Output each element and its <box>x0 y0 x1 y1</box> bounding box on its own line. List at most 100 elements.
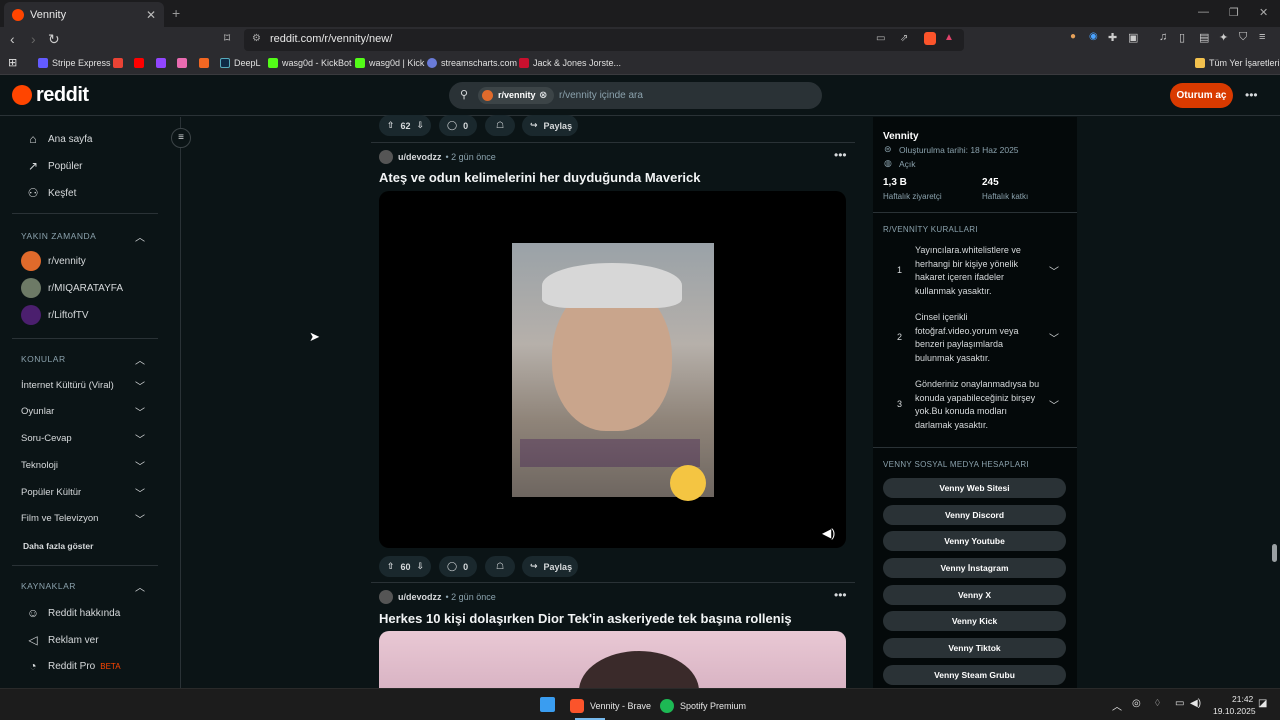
microphone-icon[interactable]: ◊ <box>1155 698 1160 709</box>
rule-item[interactable]: 1 Yayıncılara.whitelistlere ve herhangi … <box>873 240 1077 304</box>
login-button[interactable]: Oturum aç <box>1170 83 1233 108</box>
minimize-icon[interactable]: — <box>1198 6 1209 18</box>
nav-popular[interactable]: ↗ Popüler <box>26 159 83 173</box>
social-youtube-button[interactable]: Venny Youtube <box>883 531 1066 551</box>
forward-icon[interactable]: › <box>31 31 36 47</box>
new-tab-icon[interactable]: + <box>172 5 180 21</box>
award-button[interactable]: ☖ <box>485 115 515 136</box>
chevron-up-icon[interactable]: ︿ <box>135 579 145 594</box>
screenshot-icon[interactable]: ▣ <box>1128 31 1138 44</box>
social-steam-button[interactable]: Venny Steam Grubu <box>883 665 1066 685</box>
topic-internet-culture[interactable]: İnternet Kültürü (Viral) <box>21 380 114 391</box>
nav-home[interactable]: ⌂ Ana sayfa <box>26 132 92 146</box>
resource-about[interactable]: ☺ Reddit hakkında <box>26 606 120 620</box>
author-avatar[interactable] <box>379 590 393 604</box>
bookmark-youtube[interactable] <box>134 58 148 68</box>
tray-app-icon[interactable]: ◎ <box>1132 698 1141 709</box>
bookmark-gmail[interactable] <box>113 58 127 68</box>
post-options-icon[interactable]: ••• <box>834 148 847 162</box>
wallet-icon[interactable]: ▤ <box>1199 31 1209 44</box>
chevron-down-icon[interactable]: ﹀ <box>135 458 145 473</box>
post-title[interactable]: Herkes 10 kişi dolaşırken Dior Tek'in as… <box>379 611 792 626</box>
post-video[interactable] <box>379 631 846 688</box>
menu-icon[interactable]: ≡ <box>1259 31 1265 43</box>
upvote-icon[interactable]: ⇧ <box>387 561 395 572</box>
bookmark-kick[interactable]: wasg0d | Kick <box>355 58 424 68</box>
tray-overflow-icon[interactable]: ︿ <box>1112 698 1122 713</box>
share-icon[interactable]: ⇗ <box>900 33 908 44</box>
resource-reddit-pro[interactable]: ◔ Reddit Pro BETA <box>26 659 120 673</box>
sidebar-toggle-icon[interactable]: ▯ <box>1179 31 1185 44</box>
social-kick-button[interactable]: Venny Kick <box>883 611 1066 631</box>
bookmark-a[interactable] <box>199 58 213 68</box>
collapse-sidebar-icon[interactable]: ≡ <box>171 128 191 148</box>
brave-rewards-icon[interactable]: ▲ <box>944 32 954 43</box>
social-instagram-button[interactable]: Venny İnstagram <box>883 558 1066 578</box>
comments-button[interactable]: ◯ 0 <box>439 115 477 136</box>
resource-advertise[interactable]: ◁ Reklam ver <box>26 633 98 647</box>
bookmark-icon[interactable]: ⌑ <box>224 31 230 45</box>
bookmark-twitch[interactable] <box>156 58 170 68</box>
chevron-up-icon[interactable]: ︿ <box>135 352 145 367</box>
taskbar-spotify[interactable]: Spotify Premium <box>660 699 746 713</box>
topic-pop-culture[interactable]: Popüler Kültür <box>21 487 81 498</box>
clock-date[interactable]: 19.10.2025 <box>1213 706 1256 716</box>
nav-explore[interactable]: ⚇ Keşfet <box>26 186 77 200</box>
cast-icon[interactable]: ▭ <box>876 33 885 44</box>
social-discord-button[interactable]: Venny Discord <box>883 505 1066 525</box>
extension-icon[interactable]: ● <box>1070 31 1076 42</box>
all-bookmarks[interactable]: Tüm Yer İşaretleri <box>1195 58 1280 68</box>
author-name[interactable]: u/devodzz <box>398 592 442 602</box>
vote-pill[interactable]: ⇧ 62 ⇩ <box>379 115 431 136</box>
media-icon[interactable]: ♫ <box>1159 31 1167 43</box>
recent-miqaratayfa[interactable]: r/MIQARATAYFA <box>21 278 123 298</box>
window-close-icon[interactable]: ✕ <box>1259 6 1268 19</box>
social-x-button[interactable]: Venny X <box>883 585 1066 605</box>
reload-icon[interactable]: ↻ <box>48 31 60 48</box>
search-subreddit-chip[interactable]: r/vennity ⊗ <box>478 87 554 104</box>
chevron-down-icon[interactable]: ﹀ <box>135 404 145 419</box>
reddit-wordmark[interactable]: reddit <box>36 84 89 107</box>
topic-games[interactable]: Oyunlar <box>21 406 54 417</box>
unmute-icon[interactable]: ◀) <box>822 526 835 540</box>
recent-vennity[interactable]: r/vennity <box>21 251 86 271</box>
rule-item[interactable]: 2 Cinsel içerikli fotoğraf.video.yorum v… <box>873 307 1077 371</box>
bookmark-stripe[interactable]: Stripe Express <box>38 58 111 68</box>
comments-button[interactable]: ◯ 0 <box>439 556 477 577</box>
brave-shields-icon[interactable] <box>924 32 936 45</box>
extensions-puzzle-icon[interactable]: ✚ <box>1108 31 1117 44</box>
downvote-icon[interactable]: ⇩ <box>417 120 425 131</box>
site-info-icon[interactable]: ⚙ <box>252 33 261 44</box>
vpn-icon[interactable]: ⛉ <box>1239 31 1247 44</box>
network-icon[interactable]: ▭ <box>1175 698 1184 709</box>
award-button[interactable]: ☖ <box>485 556 515 577</box>
bookmark-deepl[interactable]: DeepL <box>220 58 261 68</box>
rule-item[interactable]: 3 Gönderiniz onaylanmadıysa bu konuda ya… <box>873 374 1077 438</box>
chevron-down-icon[interactable]: ﹀ <box>1049 330 1059 345</box>
volume-icon[interactable]: ◀) <box>1190 698 1201 709</box>
chevron-down-icon[interactable]: ﹀ <box>135 378 145 393</box>
chevron-down-icon[interactable]: ﹀ <box>135 431 145 446</box>
audio-playing-icon[interactable]: ◉ <box>1089 31 1098 42</box>
page-scrollbar-thumb[interactable] <box>1272 544 1277 562</box>
notification-icon[interactable]: ◪ <box>1258 698 1267 709</box>
show-more-link[interactable]: Daha fazla göster <box>23 541 93 551</box>
post-options-icon[interactable]: ••• <box>834 588 847 602</box>
social-web-button[interactable]: Venny Web Sitesi <box>883 478 1066 498</box>
bookmark-jackjones[interactable]: Jack & Jones Jorste... <box>519 58 621 68</box>
leo-ai-icon[interactable]: ✦ <box>1219 31 1228 44</box>
address-bar[interactable]: ⚙ reddit.com/r/vennity/new/ ▭ ⇗ ▲ <box>244 29 964 51</box>
post-video[interactable]: ◀) <box>379 191 846 548</box>
chevron-down-icon[interactable]: ﹀ <box>135 485 145 500</box>
author-avatar[interactable] <box>379 150 393 164</box>
share-button[interactable]: ↪ Paylaş <box>522 115 578 136</box>
topic-technology[interactable]: Teknoloji <box>21 460 58 471</box>
recent-liftoftv[interactable]: r/LiftofTV <box>21 305 89 325</box>
chevron-down-icon[interactable]: ﹀ <box>135 511 145 526</box>
browser-tab[interactable]: Vennity ✕ <box>4 2 164 27</box>
more-options-icon[interactable]: ••• <box>1245 88 1258 102</box>
author-name[interactable]: u/devodzz <box>398 152 442 162</box>
upvote-icon[interactable]: ⇧ <box>387 120 395 131</box>
maximize-icon[interactable]: ❐ <box>1229 6 1239 19</box>
downvote-icon[interactable]: ⇩ <box>417 561 425 572</box>
